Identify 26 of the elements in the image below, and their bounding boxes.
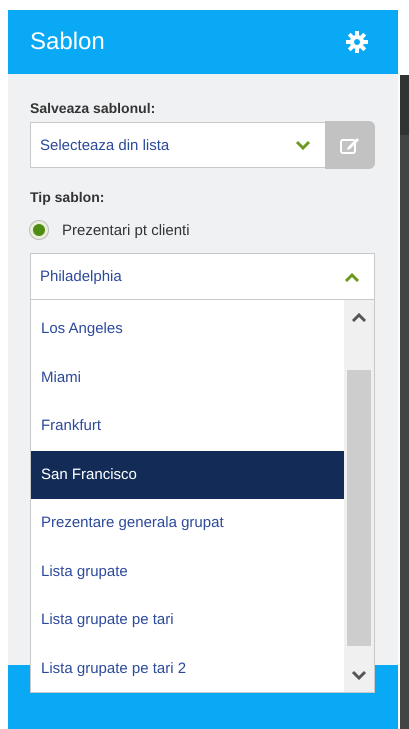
list-item[interactable]: Miami: [31, 354, 344, 402]
edit-button[interactable]: [325, 121, 375, 169]
field-label: Tip sablon:: [30, 189, 106, 205]
dropdown-field[interactable]: Philadelphia: [30, 253, 375, 300]
panel-title: Sablon: [30, 28, 105, 56]
list-item[interactable]: Los Angeles: [31, 305, 344, 354]
field-label: Salveaza sablonul:: [30, 100, 156, 116]
scrollbar-thumb[interactable]: [347, 370, 371, 646]
list-item[interactable]: San Francisco: [31, 450, 344, 499]
edit-icon: [339, 135, 361, 155]
scrollbar[interactable]: [344, 300, 374, 692]
list-item[interactable]: Frankfurt: [31, 402, 344, 450]
chevron-down-icon: [295, 140, 311, 150]
selected-value: Philadelphia: [40, 268, 122, 285]
selected-value: Selecteaza din lista: [40, 136, 170, 154]
dropdown-field[interactable]: Selecteaza din lista: [30, 122, 325, 168]
chevron-up-icon: [344, 272, 360, 282]
list-item[interactable]: Prezentare generala grupat: [31, 499, 344, 548]
list-item[interactable]: Lista grupate pe tari 2: [31, 644, 344, 693]
chevron-up-icon: [351, 312, 367, 322]
radio-label: Prezentari pt clienti: [62, 222, 190, 238]
chevron-down-icon: [351, 670, 367, 680]
list-item[interactable]: Lista grupate pe tari: [31, 596, 344, 644]
settings-icon: [346, 31, 368, 53]
list-item[interactable]: Lista grupate: [31, 548, 344, 596]
radio-button[interactable]: [30, 221, 48, 239]
